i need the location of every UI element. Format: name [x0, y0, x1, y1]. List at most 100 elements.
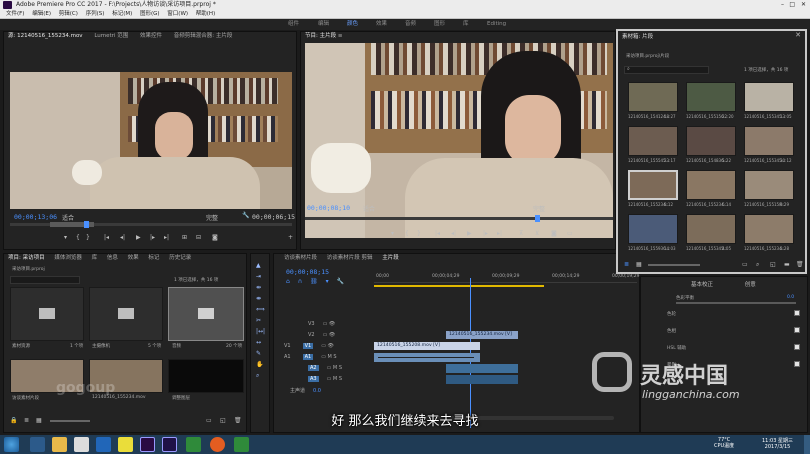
close-icon[interactable]: ✕ [795, 31, 801, 39]
menu-sequence[interactable]: 序列(S) [86, 11, 105, 17]
workspace-color[interactable]: 颜色 [347, 19, 358, 30]
bin-clip-thumbnail[interactable] [744, 126, 794, 156]
go-to-in-icon[interactable]: |◂ [104, 234, 109, 241]
timeline-playhead-timecode[interactable]: 00;00;08;15 [286, 268, 329, 276]
slip-tool-icon[interactable]: |↔| [256, 326, 265, 337]
wrench-icon[interactable]: 🔧 [242, 212, 249, 219]
color-balance-slider[interactable] [676, 302, 796, 304]
insert-icon[interactable]: ⊞ [182, 234, 187, 241]
workspace-editing-custom[interactable]: Editing [487, 19, 506, 30]
extract-icon[interactable]: ⊻ [535, 230, 539, 237]
step-back-icon[interactable]: ◂| [451, 230, 456, 237]
tab-sequence-interview-cut[interactable]: 访谈素材片段 剪辑 [327, 255, 373, 261]
menu-file[interactable]: 文件(F) [6, 11, 24, 17]
tab-menu-icon[interactable]: ≡ [338, 33, 343, 39]
program-zoom-dropdown[interactable]: 完整 [533, 204, 545, 213]
add-button-icon[interactable]: + [288, 234, 293, 241]
source-playhead-timecode[interactable]: 00;00;13;06 [14, 213, 57, 221]
workspace-libraries[interactable]: 库 [463, 19, 469, 30]
marker-icon[interactable]: ▾ [64, 234, 67, 241]
menu-marker[interactable]: 标记(M) [112, 11, 132, 17]
workspace-audio[interactable]: 音频 [405, 19, 416, 30]
go-to-out-icon[interactable]: ▸| [164, 234, 169, 241]
close-button[interactable]: ✕ [801, 0, 806, 10]
tab-effects[interactable]: 效果 [128, 255, 139, 261]
bin-item[interactable] [10, 287, 84, 341]
bin-clip-thumbnail[interactable] [744, 82, 794, 112]
folder-explorer-icon[interactable] [52, 437, 67, 452]
tab-libraries[interactable]: 库 [92, 255, 98, 261]
step-forward-icon[interactable]: |▸ [150, 234, 155, 241]
comparison-view-icon[interactable]: ▭ [567, 230, 573, 237]
linked-selection-icon[interactable]: ⛓ [310, 278, 318, 285]
timeline-clip-a2[interactable] [446, 364, 518, 373]
media-player-icon[interactable] [118, 437, 133, 452]
bin-clip-thumbnail[interactable] [628, 126, 678, 156]
timeline-clip-a3[interactable] [446, 375, 518, 384]
track-header-a3[interactable]: A3 ▭ M S [278, 375, 370, 384]
export-frame-icon[interactable]: ◙ [212, 234, 218, 241]
timeline-clip-a1[interactable] [374, 353, 480, 362]
timeline-clip-v2[interactable]: 12140516_155234.mov [V] [446, 331, 518, 339]
camtasia-recorder-icon[interactable] [234, 437, 249, 452]
bin-clip-thumbnail[interactable] [744, 170, 794, 200]
program-fit-dropdown[interactable]: 适合 [363, 204, 375, 213]
tab-bin-clips[interactable]: 素材箱: 片段 [622, 34, 653, 40]
go-to-in-icon[interactable]: |◂ [435, 230, 440, 237]
hand-tool-icon[interactable]: ✋ [256, 359, 265, 370]
source-fit-dropdown[interactable]: 适合 [62, 213, 74, 222]
menu-clip[interactable]: 剪辑(C) [59, 11, 78, 17]
tab-audio-mixer[interactable]: 音频剪辑混合器: 主片段 [174, 33, 233, 39]
bin-item[interactable] [89, 287, 163, 341]
lumetri-enable-checkbox[interactable] [794, 344, 800, 350]
program-playhead-timecode[interactable]: 00;00;08;10 [307, 204, 350, 212]
menu-edit[interactable]: 编辑(E) [32, 11, 51, 17]
razor-tool-icon[interactable]: ✂ [256, 315, 265, 326]
tab-basic-correction[interactable]: 基本校正 [691, 282, 713, 288]
source-scrub-bar[interactable] [10, 221, 292, 228]
project-search-input[interactable] [10, 276, 80, 284]
menu-window[interactable]: 窗口(W) [167, 11, 188, 17]
source-playhead[interactable] [84, 221, 89, 228]
workspace-assembly[interactable]: 组件 [288, 19, 299, 30]
bin-clip-thumbnail[interactable] [686, 82, 736, 112]
tab-source[interactable]: 源: 12140516_155234.mov [8, 33, 83, 39]
ripple-edit-tool-icon[interactable]: ⇹ [256, 282, 265, 293]
lumetri-row-value[interactable]: 0.0 [787, 295, 794, 300]
source-zoom-dropdown[interactable]: 完整 [206, 213, 218, 222]
trash-icon[interactable]: 🗑 [796, 261, 804, 268]
track-header-v3[interactable]: V3 ▭ 👁 [278, 320, 370, 329]
master-track-header[interactable]: 主声道 0.0 [278, 387, 370, 396]
tab-program[interactable]: 节目: 主片段 [305, 33, 336, 39]
menu-help[interactable]: 帮助(H) [196, 11, 215, 17]
tab-markers[interactable]: 标记 [148, 255, 159, 261]
nest-icon[interactable]: ⌂ [286, 278, 290, 285]
bin-clip-thumbnail[interactable] [686, 126, 736, 156]
show-desktop-button[interactable] [804, 435, 810, 454]
step-back-icon[interactable]: ◂| [120, 234, 125, 241]
ie-icon[interactable] [30, 437, 45, 452]
mark-in-icon[interactable]: { [405, 230, 409, 237]
bin-clip-thumbnail[interactable] [744, 214, 794, 244]
lumetri-enable-checkbox[interactable] [794, 327, 800, 333]
adjustment-layer-thumbnail[interactable] [168, 359, 244, 393]
workspace-graphics[interactable]: 图形 [434, 19, 445, 30]
selection-tool-icon[interactable]: ▲ [256, 260, 265, 271]
track-header-a1[interactable]: A1 A1 ▭ M S [278, 353, 370, 362]
timeline-clip-v1[interactable]: 12140516_155208.mov [V] [374, 342, 480, 350]
zoom-tool-icon[interactable]: ⌕ [256, 370, 265, 381]
minimize-button[interactable]: – [781, 0, 784, 10]
lumetri-enable-checkbox[interactable] [794, 310, 800, 316]
tab-history[interactable]: 历史记录 [169, 255, 191, 261]
audition-icon[interactable] [162, 437, 177, 452]
marker-icon[interactable]: ▾ [391, 230, 394, 237]
track-header-a2[interactable]: A2 ▭ M S [278, 364, 370, 373]
thumbnail-size-slider[interactable] [648, 264, 700, 266]
lumetri-enable-checkbox[interactable] [794, 361, 800, 367]
tab-info[interactable]: 信息 [107, 255, 118, 261]
list-view-icon[interactable]: ≣ [624, 261, 629, 268]
tab-media-browser[interactable]: 媒体浏览器 [54, 255, 82, 261]
mark-out-icon[interactable]: } [86, 234, 90, 241]
lift-icon[interactable]: ⊼ [519, 230, 523, 237]
start-button-icon[interactable] [4, 437, 19, 452]
